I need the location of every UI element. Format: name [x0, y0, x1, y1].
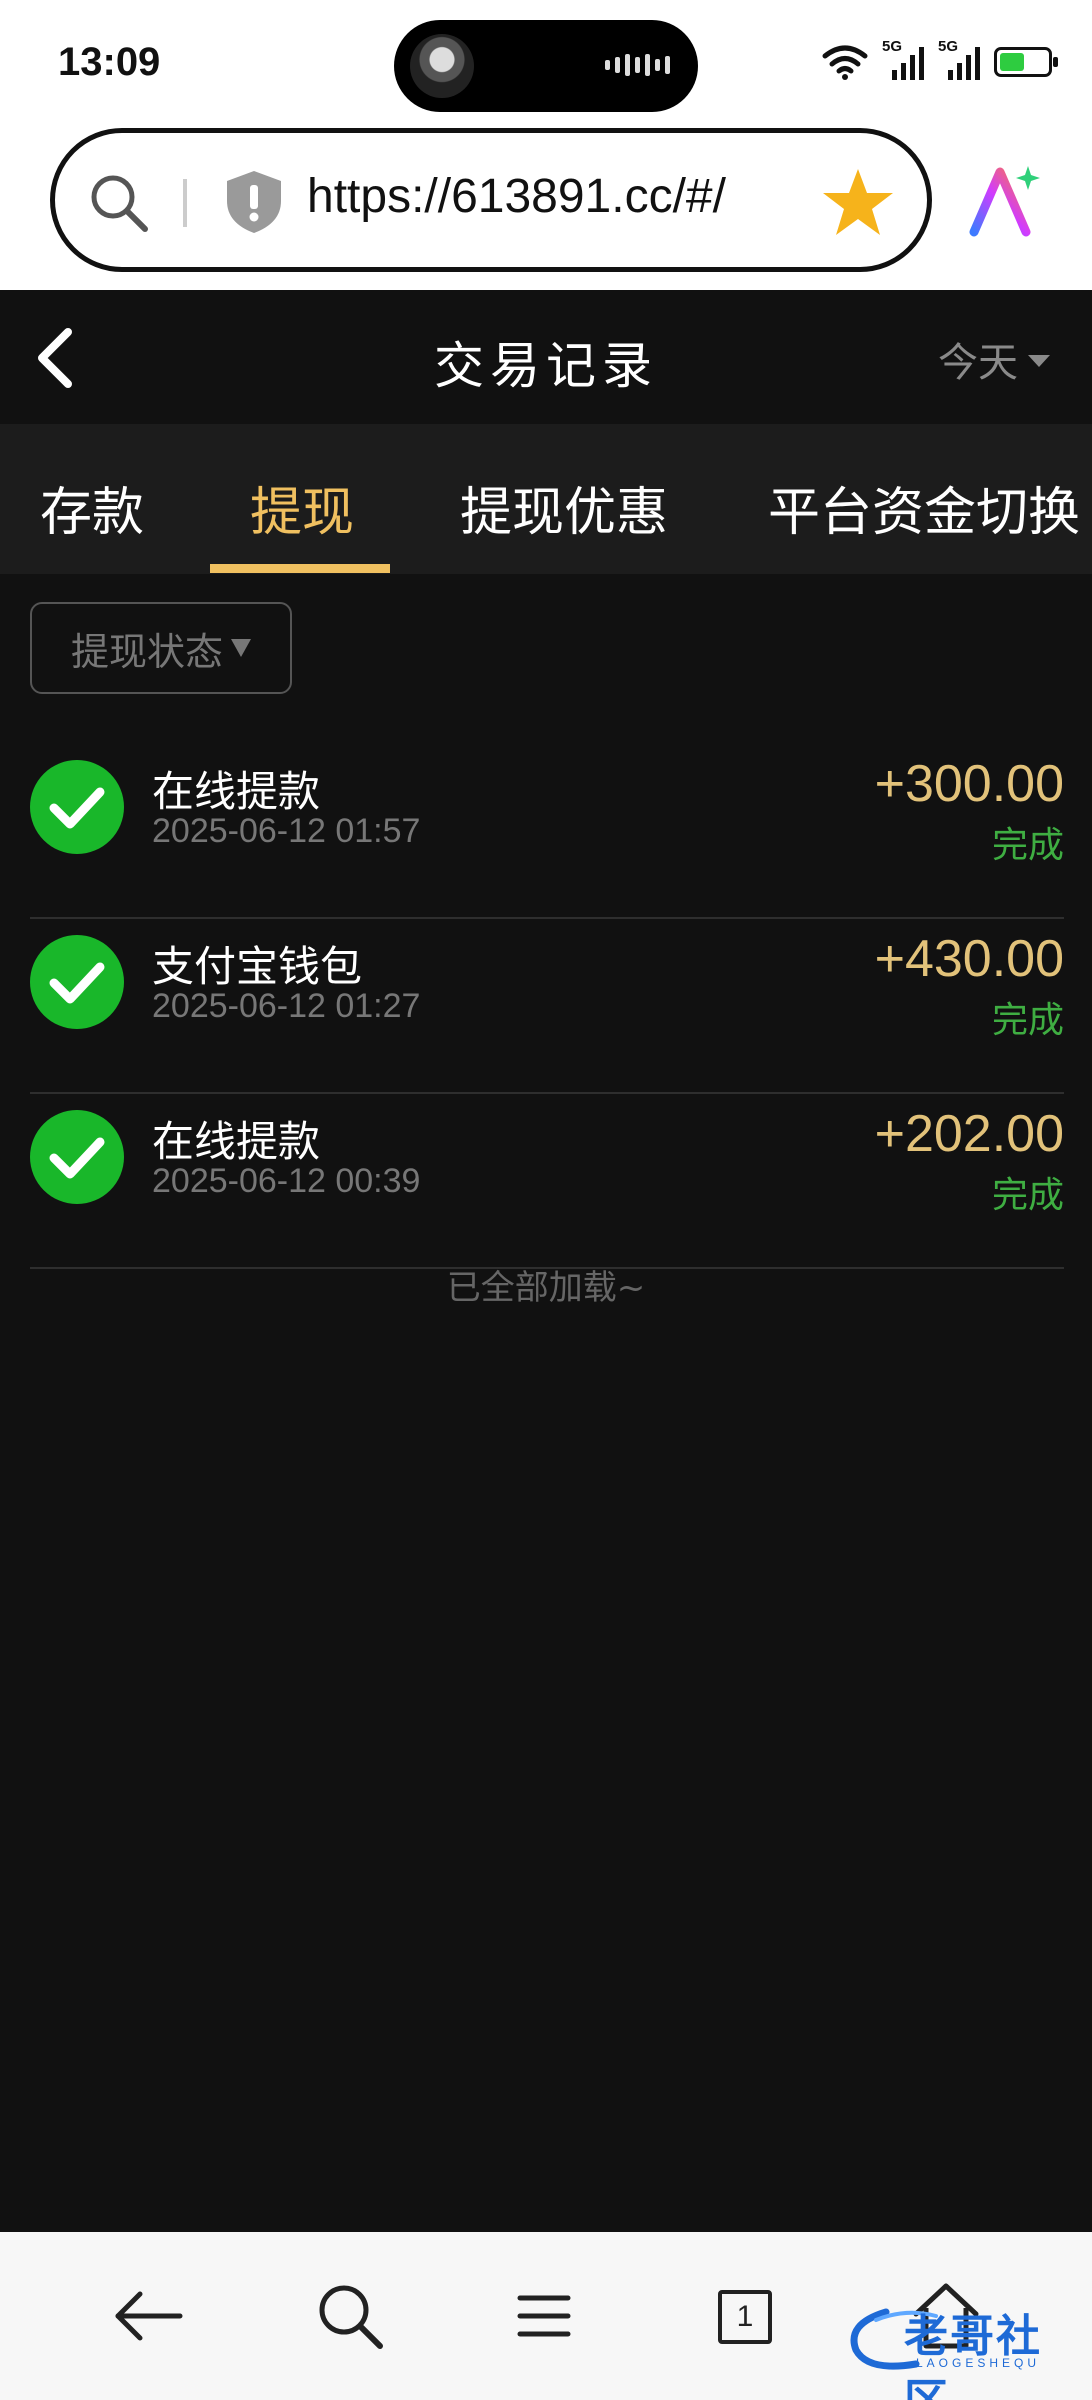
cellular-signal-icon: 5G: [882, 38, 924, 80]
app-header: 交易记录 今天: [0, 290, 1092, 424]
transaction-row[interactable]: 在线提款 2025-06-12 01:57 +300.00 完成: [30, 744, 1064, 919]
transaction-list-panel: 提现状态 在线提款 2025-06-12 01:57 +300.00 完成 支付…: [0, 574, 1092, 2232]
caret-down-icon: [231, 639, 251, 657]
active-tab-indicator: [210, 564, 390, 573]
withdraw-status-filter[interactable]: 提现状态: [30, 602, 292, 694]
star-icon[interactable]: [821, 165, 895, 239]
divider: [183, 179, 187, 227]
search-icon[interactable]: [87, 171, 151, 235]
watermark-logo: 老哥社区 LAOGESHEQU: [846, 2300, 1078, 2400]
watermark-subtext: LAOGESHEQU: [916, 2356, 1041, 2370]
tab-platform-transfer[interactable]: 平台资金切换: [768, 470, 1080, 545]
browser-toolbar: https://613891.cc/#/: [0, 128, 1092, 290]
cellular-signal-icon: 5G: [938, 38, 980, 80]
check-circle-icon: [30, 760, 124, 854]
tabs-icon[interactable]: 1: [704, 2276, 784, 2356]
status-icons: 5G 5G: [822, 38, 1058, 80]
caret-down-icon: [1028, 355, 1050, 367]
date-filter-dropdown[interactable]: 今天: [938, 330, 1050, 388]
tab-bar: 存款 提现 提现优惠 平台资金切换: [0, 424, 1092, 574]
transaction-time: 2025-06-12 01:57: [152, 812, 421, 850]
battery-icon: [994, 47, 1058, 77]
transaction-status: 完成: [991, 1000, 1064, 1041]
date-filter-label: 今天: [938, 340, 1018, 386]
back-arrow-icon[interactable]: [108, 2276, 188, 2356]
transaction-row[interactable]: 支付宝钱包 2025-06-12 01:27 +430.00 完成: [30, 919, 1064, 1094]
wifi-icon: [822, 45, 868, 80]
transaction-status: 完成: [991, 825, 1064, 866]
tab-withdraw[interactable]: 提现: [250, 470, 354, 545]
transaction-amount: +202.00: [874, 1105, 1064, 1163]
transaction-row[interactable]: 在线提款 2025-06-12 00:39 +202.00 完成: [30, 1094, 1064, 1269]
status-time: 13:09: [58, 40, 161, 84]
check-circle-icon: [30, 1110, 124, 1204]
transaction-amount: +300.00: [874, 755, 1064, 813]
transaction-name: 在线提款: [152, 1117, 321, 1166]
withdraw-status-label: 提现状态: [70, 629, 223, 674]
tab-withdraw-promo[interactable]: 提现优惠: [460, 470, 668, 545]
page-title: 交易记录: [434, 337, 658, 395]
menu-icon[interactable]: [504, 2276, 584, 2356]
watermark-text: 老哥社区: [904, 2311, 1042, 2400]
transaction-time: 2025-06-12 00:39: [152, 1162, 421, 1200]
list-end-text: 已全部加载~: [446, 1268, 646, 1308]
status-bar: 13:09 5G 5G: [0, 0, 1092, 128]
dynamic-island: [394, 20, 698, 112]
shield-icon[interactable]: [223, 169, 285, 235]
audio-wave-icon: [605, 54, 670, 76]
ai-assistant-icon[interactable]: [966, 162, 1042, 238]
search-icon[interactable]: [310, 2276, 390, 2356]
transaction-name: 在线提款: [152, 767, 321, 816]
transaction-amount: +430.00: [874, 930, 1064, 988]
transaction-name: 支付宝钱包: [152, 942, 363, 991]
media-avatar: [410, 34, 474, 98]
transaction-status: 完成: [991, 1175, 1064, 1216]
check-circle-icon: [30, 935, 124, 1029]
tab-count: 1: [718, 2290, 772, 2344]
address-bar[interactable]: https://613891.cc/#/: [50, 128, 932, 272]
transaction-time: 2025-06-12 01:27: [152, 987, 421, 1025]
tab-deposit[interactable]: 存款: [40, 470, 144, 545]
url-text[interactable]: https://613891.cc/#/: [307, 169, 726, 224]
